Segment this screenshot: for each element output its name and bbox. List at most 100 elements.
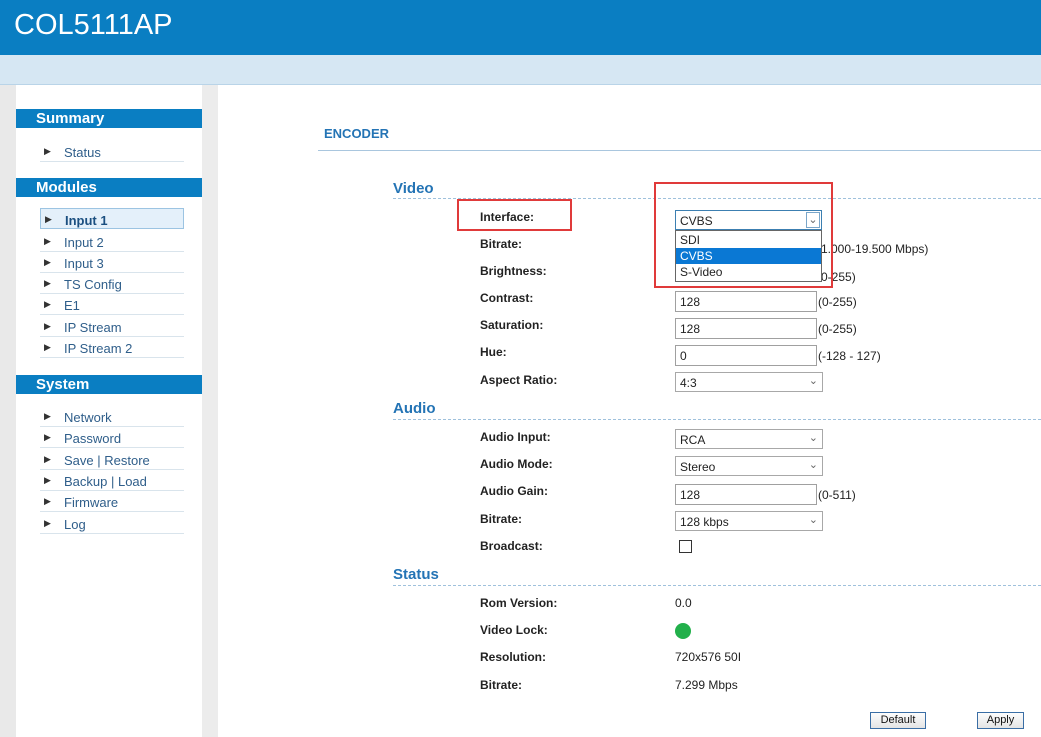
sidebar-item-status[interactable]: ▶ Status <box>40 141 184 162</box>
sidebar-item-label: Firmware <box>64 495 119 510</box>
sidebar-gutter <box>202 85 218 737</box>
sidebar-item-ip-stream-2[interactable]: ▶ IP Stream 2 <box>40 337 184 358</box>
arrow-right-icon: ▶ <box>44 475 51 485</box>
aspect-ratio-label: Aspect Ratio: <box>480 373 558 387</box>
video-section-title: Video <box>393 180 434 197</box>
audio-mode-select-value: Stereo <box>680 460 716 474</box>
sidebar-section-modules: Modules <box>16 178 202 197</box>
audio-gain-range: (0-511) <box>818 488 856 502</box>
saturation-input[interactable]: 128 <box>675 318 817 339</box>
contrast-range: (0-255) <box>818 295 857 309</box>
chevron-down-icon: ⌄ <box>808 375 818 387</box>
page-title: ENCODER <box>324 126 390 141</box>
status-section-divider <box>393 585 1041 586</box>
status-section-title: Status <box>393 566 439 583</box>
audio-mode-select[interactable]: Stereo ⌄ <box>675 456 823 476</box>
sidebar-item-label: Input 1 <box>65 213 108 228</box>
audio-bitrate-select-value: 128 kbps <box>680 515 729 529</box>
sub-header-bar <box>0 55 1041 85</box>
arrow-right-icon: ▶ <box>44 278 51 288</box>
sidebar-item-input-2[interactable]: ▶ Input 2 <box>40 231 184 252</box>
arrow-right-icon: ▶ <box>44 496 51 506</box>
audio-input-select-value: RCA <box>680 433 706 447</box>
sidebar-item-firmware[interactable]: ▶ Firmware <box>40 491 184 512</box>
saturation-label: Saturation: <box>480 318 544 332</box>
apply-button[interactable]: Apply <box>977 712 1024 729</box>
contrast-input[interactable]: 128 <box>675 291 817 312</box>
arrow-right-icon: ▶ <box>45 214 52 224</box>
sidebar: Summary ▶ Status Modules ▶ Input 1 ▶ Inp… <box>16 85 202 737</box>
sidebar-item-log[interactable]: ▶ Log <box>40 513 184 534</box>
sidebar-item-label: Save | Restore <box>64 453 150 468</box>
brightness-label: Brightness: <box>480 264 547 278</box>
sidebar-section-system: System <box>16 375 202 394</box>
rom-version-label: Rom Version: <box>480 596 558 610</box>
audio-gain-input[interactable]: 128 <box>675 484 817 505</box>
sidebar-item-input-3[interactable]: ▶ Input 3 <box>40 252 184 273</box>
sidebar-item-ts-config[interactable]: ▶ TS Config <box>40 273 184 294</box>
arrow-right-icon: ▶ <box>44 236 51 246</box>
left-margin <box>0 85 16 737</box>
sidebar-item-label: Password <box>64 431 122 446</box>
sidebar-item-label: Status <box>64 145 101 160</box>
sidebar-section-summary: Summary <box>16 109 202 128</box>
header-bar: COL5111AP <box>0 0 1041 55</box>
arrow-right-icon: ▶ <box>44 146 51 156</box>
sidebar-item-e1[interactable]: ▶ E1 <box>40 294 184 315</box>
sidebar-item-label: Log <box>64 517 86 532</box>
status-bitrate-label: Bitrate: <box>480 678 523 692</box>
video-bitrate-label: Bitrate: <box>480 237 523 251</box>
video-lock-label: Video Lock: <box>480 623 548 637</box>
sidebar-item-label: Network <box>64 410 112 425</box>
video-lock-indicator <box>675 623 691 639</box>
main-content: ENCODER Video Interface: CVBS ⌄ Bitrate:… <box>218 85 1041 737</box>
contrast-label: Contrast: <box>480 291 534 305</box>
sidebar-item-label: Backup | Load <box>64 474 147 489</box>
chevron-down-icon: ⌄ <box>808 432 818 444</box>
rom-version-value: 0.0 <box>675 596 692 610</box>
title-divider <box>318 150 1041 151</box>
broadcast-label: Broadcast: <box>480 539 543 553</box>
arrow-right-icon: ▶ <box>44 321 51 331</box>
hue-input[interactable]: 0 <box>675 345 817 366</box>
arrow-right-icon: ▶ <box>44 411 51 421</box>
audio-section-title: Audio <box>393 400 436 417</box>
aspect-ratio-select-value: 4:3 <box>680 376 697 390</box>
sidebar-item-input-1[interactable]: ▶ Input 1 <box>40 208 184 229</box>
arrow-right-icon: ▶ <box>44 454 51 464</box>
sidebar-item-password[interactable]: ▶ Password <box>40 427 184 448</box>
audio-bitrate-label: Bitrate: <box>480 512 523 526</box>
sidebar-item-label: Input 2 <box>64 235 104 250</box>
arrow-right-icon: ▶ <box>44 432 51 442</box>
status-bitrate-value: 7.299 Mbps <box>675 678 738 692</box>
audio-input-select[interactable]: RCA ⌄ <box>675 429 823 449</box>
resolution-label: Resolution: <box>480 650 546 664</box>
sidebar-item-backup-load[interactable]: ▶ Backup | Load <box>40 470 184 491</box>
sidebar-item-label: IP Stream 2 <box>64 341 133 356</box>
default-button[interactable]: Default <box>870 712 926 729</box>
audio-mode-label: Audio Mode: <box>480 457 553 471</box>
aspect-ratio-select[interactable]: 4:3 ⌄ <box>675 372 823 392</box>
broadcast-checkbox[interactable] <box>679 540 692 553</box>
interface-label-highlight <box>457 199 572 231</box>
arrow-right-icon: ▶ <box>44 518 51 528</box>
arrow-right-icon: ▶ <box>44 299 51 309</box>
sidebar-item-label: Input 3 <box>64 256 104 271</box>
arrow-right-icon: ▶ <box>44 257 51 267</box>
sidebar-item-network[interactable]: ▶ Network <box>40 406 184 427</box>
sidebar-item-ip-stream[interactable]: ▶ IP Stream <box>40 316 184 337</box>
sidebar-item-label: IP Stream <box>64 320 122 335</box>
app-title: COL5111AP <box>14 9 173 41</box>
chevron-down-icon: ⌄ <box>808 514 818 526</box>
audio-bitrate-select[interactable]: 128 kbps ⌄ <box>675 511 823 531</box>
chevron-down-icon: ⌄ <box>808 459 818 471</box>
sidebar-item-label: E1 <box>64 298 80 313</box>
audio-input-label: Audio Input: <box>480 430 551 444</box>
hue-label: Hue: <box>480 345 507 359</box>
audio-section-divider <box>393 419 1041 420</box>
saturation-range: (0-255) <box>818 322 857 336</box>
video-bitrate-range: 1.000-19.500 Mbps) <box>821 242 929 256</box>
hue-range: (-128 - 127) <box>818 349 881 363</box>
sidebar-item-save-restore[interactable]: ▶ Save | Restore <box>40 449 184 470</box>
resolution-value: 720x576 50I <box>675 650 742 664</box>
